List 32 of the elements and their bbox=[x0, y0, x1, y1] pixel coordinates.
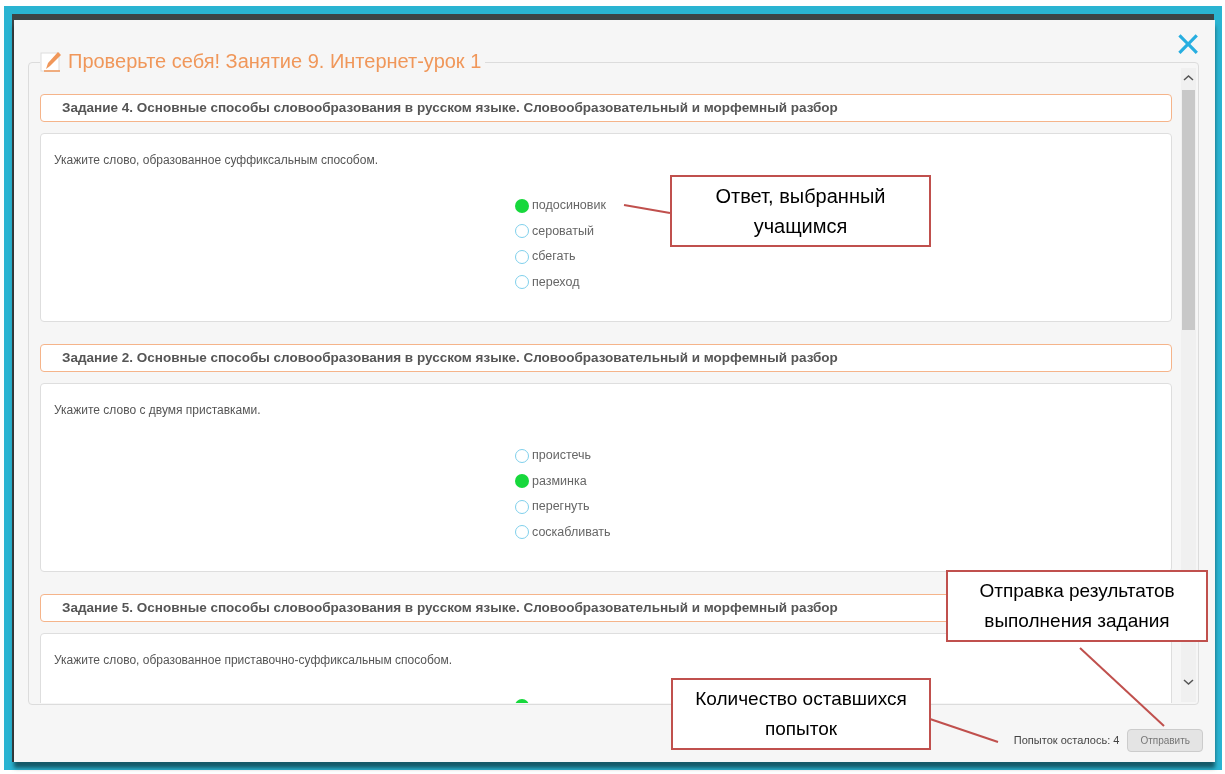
callout: Отправка результатов выполнения задания bbox=[946, 570, 1208, 642]
radio-button[interactable] bbox=[515, 448, 529, 463]
callout: Ответ, выбранный учащимся bbox=[670, 175, 931, 247]
radio-button[interactable] bbox=[515, 224, 529, 239]
task-heading: Задание 4. Основные способы словообразования в русском языке. Словообразовательный и морфемный разбор bbox=[40, 94, 1172, 122]
radio-button[interactable] bbox=[515, 499, 529, 514]
option-label[interactable]: сероватый bbox=[532, 221, 594, 241]
leader-line bbox=[623, 204, 671, 214]
attempts-remaining: Попыток осталось: 4 bbox=[1013, 733, 1120, 749]
option-label[interactable]: перегнуть bbox=[532, 497, 590, 517]
question-text: Укажите слово, образованное суффиксальным способом. bbox=[54, 152, 378, 169]
callout: Количество оставшихся попыток bbox=[671, 678, 931, 750]
radio-button[interactable] bbox=[515, 198, 529, 213]
question-text: Укажите слово, образованное приставочно-суффиксальным способом. bbox=[54, 652, 453, 669]
option-label[interactable]: переход bbox=[532, 272, 580, 292]
radio-button[interactable] bbox=[515, 249, 529, 264]
scroll-up-icon[interactable] bbox=[1183, 74, 1194, 82]
option-label[interactable]: сбегать bbox=[532, 247, 576, 267]
task-heading: Задание 2. Основные способы словообразования в русском языке. Словообразовательный и морфемный разбор bbox=[40, 344, 1172, 372]
scroll-down-icon[interactable] bbox=[1183, 678, 1194, 686]
option-label[interactable]: проистечь bbox=[532, 446, 592, 466]
option-label[interactable]: разминка bbox=[532, 471, 587, 491]
radio-button[interactable] bbox=[515, 275, 529, 290]
option-label[interactable]: подосиновик bbox=[532, 196, 606, 216]
leader-line bbox=[929, 718, 999, 743]
submit-button[interactable]: Отправить bbox=[1127, 729, 1203, 752]
scrollbar-thumb[interactable] bbox=[1182, 90, 1195, 330]
question-text: Укажите слово с двумя приставками. bbox=[54, 402, 261, 419]
radio-button[interactable] bbox=[515, 525, 529, 540]
radio-button[interactable] bbox=[515, 474, 529, 489]
dialog-title: Проверьте себя! Занятие 9. Интернет-урок 1 bbox=[68, 49, 482, 74]
option-label[interactable]: соскабливать bbox=[532, 522, 611, 542]
